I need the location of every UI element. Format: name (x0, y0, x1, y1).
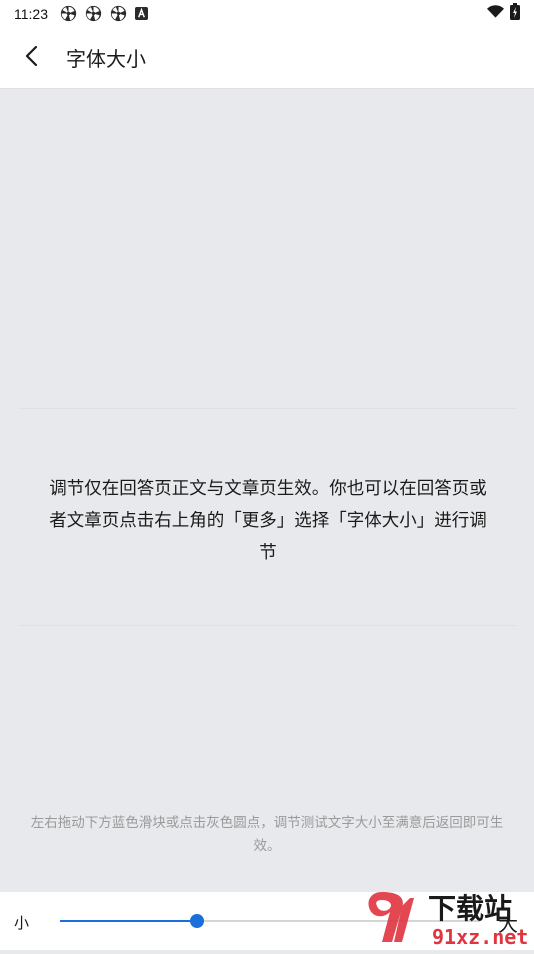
chevron-left-icon (24, 45, 38, 71)
battery-icon (510, 3, 520, 24)
hint-text: 左右拖动下方蓝色滑块或点击灰色圆点，调节测试文字大小至满意后返回即可生效。 (30, 815, 504, 854)
slider-thumb[interactable] (189, 914, 204, 928)
status-time: 11:23 (14, 5, 48, 22)
large-label: 大 (498, 912, 518, 936)
font-size-slider-bar: 小 大 (0, 892, 534, 950)
a-badge-icon (135, 7, 148, 20)
slider-fill (60, 920, 197, 922)
status-bar: 11:23 (0, 0, 534, 27)
pinwheel-icon (60, 5, 77, 22)
pinwheel-icon (85, 5, 102, 22)
font-preview-panel: 调节仅在回答页正文与文章页生效。你也可以在回答页或者文章页点击右上角的「更多」选… (18, 408, 516, 626)
app-header: 字体大小 (0, 27, 534, 89)
back-button[interactable] (0, 27, 62, 89)
page-title: 字体大小 (66, 47, 146, 71)
system-icons (487, 3, 520, 24)
pinwheel-icon (110, 5, 127, 22)
small-label: 小 (14, 914, 30, 932)
notification-icons (60, 5, 148, 22)
preview-text: 调节仅在回答页正文与文章页生效。你也可以在回答页或者文章页点击右上角的「更多」选… (49, 479, 487, 563)
wifi-icon (487, 4, 504, 23)
slider-track[interactable] (60, 914, 480, 928)
